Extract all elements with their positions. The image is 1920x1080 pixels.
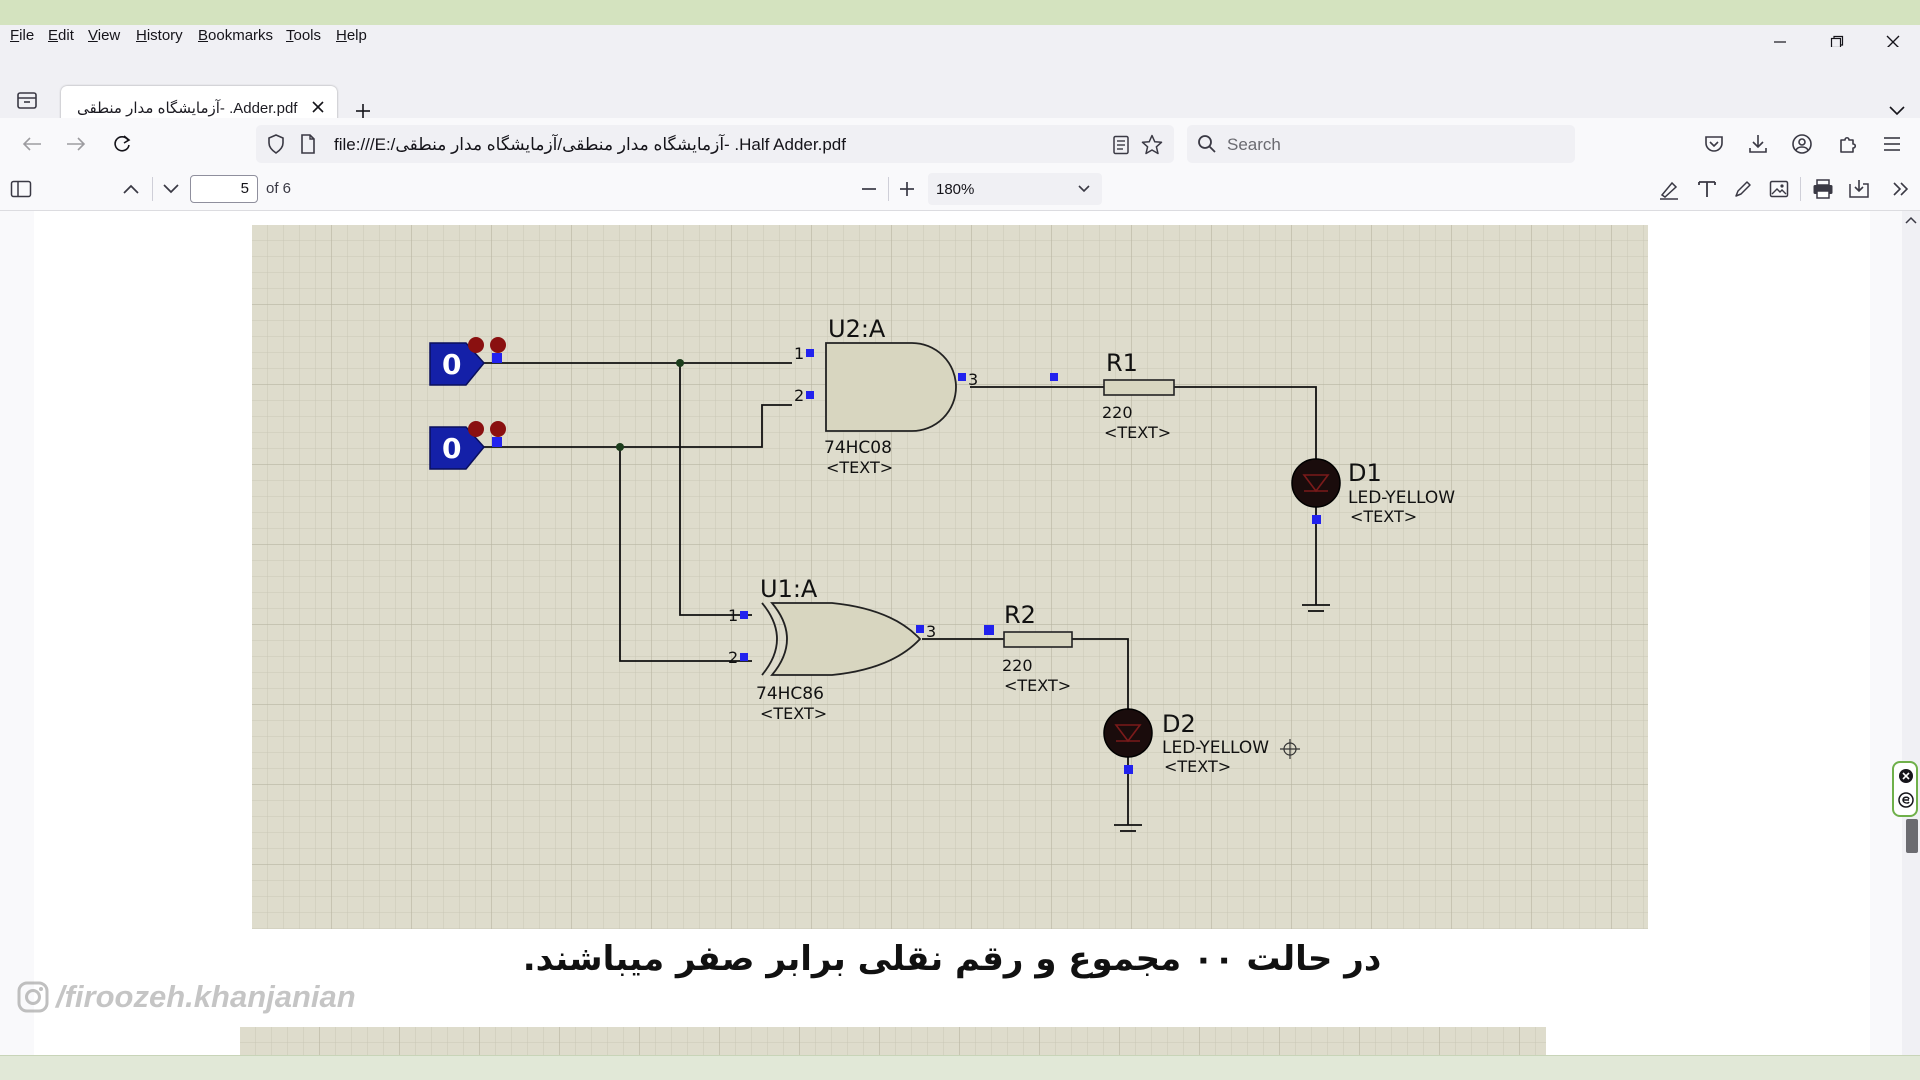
instagram-icon	[17, 981, 49, 1013]
bookmark-star-icon[interactable]	[1140, 133, 1164, 157]
pdf-toolbar: 5 of 6 180%	[0, 166, 1920, 211]
print-icon[interactable]	[1810, 176, 1836, 202]
d1-text: <TEXT>	[1350, 507, 1417, 526]
tab-close-icon[interactable]	[307, 96, 329, 118]
page-caption: در حالت ۰۰ مجموع و رقم نقلی برابر صفر می…	[522, 939, 1382, 979]
schematic-grid-major	[252, 225, 1648, 929]
and-pin-1: 1	[794, 344, 804, 363]
input-b-value: 0	[442, 432, 461, 465]
xor-gate-name: U1:A	[760, 575, 818, 603]
page-number-input[interactable]: 5	[190, 175, 258, 203]
zoom-out-icon[interactable]	[856, 176, 882, 202]
search-icon	[1197, 134, 1217, 154]
tab-bar: آزمایشگاه مدار منطقی- .Adder.pdf	[0, 47, 1920, 130]
zoom-chevron-down-icon	[1076, 182, 1092, 196]
menu-tools[interactable]: Tools	[286, 27, 321, 45]
previous-page-chevron-up-icon[interactable]	[118, 176, 144, 202]
downloads-icon[interactable]	[1744, 130, 1772, 158]
search-placeholder: Search	[1227, 135, 1281, 154]
shield-icon[interactable]	[266, 134, 286, 154]
scrollbar-thumb[interactable]	[1906, 819, 1918, 853]
zoom-value: 180%	[936, 181, 975, 198]
half-adder-schematic: 0 0 1 2 3 U2:A 74HC08 <TEXT> 1 2 3 U1:A …	[252, 225, 1648, 929]
account-icon[interactable]	[1788, 130, 1816, 158]
pdf-page: 0 0 1 2 3 U2:A 74HC08 <TEXT> 1 2 3 U1:A …	[34, 211, 1870, 1080]
pocket-icon[interactable]	[1700, 130, 1728, 158]
menu-file[interactable]: File	[10, 27, 34, 45]
and-pin-3: 3	[968, 370, 978, 389]
and-gate-part: 74HC08	[824, 438, 892, 458]
xor-pin-1: 1	[728, 606, 738, 625]
xor-pin-2: 2	[728, 648, 738, 667]
close-circle-icon[interactable]	[1897, 767, 1915, 785]
and-gate-text: <TEXT>	[826, 458, 893, 477]
zoom-in-icon[interactable]	[894, 176, 920, 202]
toolbar-separator	[1800, 177, 1801, 201]
r1-text: <TEXT>	[1104, 423, 1171, 442]
wire-junction	[676, 359, 684, 367]
wire-junction	[616, 443, 624, 451]
xor-pin-3: 3	[926, 622, 936, 641]
tab-title: آزمایشگاه مدار منطقی- .Adder.pdf	[77, 100, 298, 117]
floating-side-widget[interactable]	[1892, 761, 1918, 817]
and-pin-2: 2	[794, 386, 804, 405]
d1-name: D1	[1348, 459, 1382, 487]
menu-edit[interactable]: Edit	[48, 27, 74, 45]
reload-icon[interactable]	[108, 130, 136, 158]
back-arrow-icon[interactable]	[18, 130, 46, 158]
scroll-up-arrow-icon[interactable]	[1904, 213, 1918, 227]
r2-name: R2	[1004, 601, 1036, 629]
highlight-pen-icon[interactable]	[1656, 176, 1682, 202]
page-file-icon[interactable]	[298, 134, 318, 154]
reader-view-icon[interactable]	[1110, 134, 1132, 156]
extension-e-icon[interactable]	[1897, 791, 1915, 809]
browser-window: File Edit View History Bookmarks Tools H…	[0, 25, 1920, 1080]
draw-pencil-icon[interactable]	[1730, 176, 1756, 202]
url-text: file:///E:/آزمایشگاه مدار منطقی/آزمایشگا…	[334, 135, 846, 154]
r1-name: R1	[1106, 349, 1138, 377]
and-gate-name: U2:A	[828, 315, 886, 343]
menu-help[interactable]: Help	[336, 27, 367, 45]
hamburger-menu-icon[interactable]	[1878, 130, 1906, 158]
sidebar-toggle-icon[interactable]	[8, 176, 34, 202]
toolbar-separator	[888, 177, 889, 201]
d2-part: LED-YELLOW	[1162, 738, 1269, 758]
r2-value: 220	[1002, 656, 1033, 675]
d2-name: D2	[1162, 710, 1196, 738]
url-bar[interactable]: file:///E:/آزمایشگاه مدار منطقی/آزمایشگا…	[256, 125, 1174, 163]
screen-bottom-strip	[0, 1055, 1920, 1080]
pdf-viewer[interactable]: 0 0 1 2 3 U2:A 74HC08 <TEXT> 1 2 3 U1:A …	[2, 211, 1900, 1080]
add-image-icon[interactable]	[1766, 176, 1792, 202]
page-count-label: of 6	[266, 180, 292, 197]
watermark: /firoozeh.khanjanian	[16, 979, 356, 1015]
zoom-select[interactable]: 180%	[928, 173, 1102, 205]
menu-bookmarks[interactable]: Bookmarks	[198, 27, 273, 45]
r1-value: 220	[1102, 403, 1133, 422]
vertical-scrollbar[interactable]	[1902, 211, 1920, 1080]
more-tools-chevron-icon[interactable]	[1888, 176, 1914, 202]
firefox-view-icon[interactable]	[14, 87, 40, 113]
menu-bar: File Edit View History Bookmarks Tools H…	[0, 25, 1920, 49]
xor-gate-text: <TEXT>	[760, 704, 827, 723]
forward-arrow-icon[interactable]	[62, 130, 90, 158]
r2-text: <TEXT>	[1004, 676, 1071, 695]
watermark-text: /firoozeh.khanjanian	[56, 979, 356, 1014]
d1-part: LED-YELLOW	[1348, 488, 1455, 508]
text-tool-icon[interactable]	[1694, 176, 1720, 202]
menu-history[interactable]: History	[136, 27, 183, 45]
search-box[interactable]: Search	[1187, 125, 1575, 163]
next-page-chevron-down-icon[interactable]	[158, 176, 184, 202]
d2-text: <TEXT>	[1164, 757, 1231, 776]
extensions-puzzle-icon[interactable]	[1834, 130, 1862, 158]
xor-gate-part: 74HC86	[756, 684, 824, 704]
screen-top-strip	[0, 0, 1920, 25]
navigation-bar: file:///E:/آزمایشگاه مدار منطقی/آزمایشگا…	[0, 118, 1920, 168]
menu-view[interactable]: View	[88, 27, 120, 45]
toolbar-separator	[152, 177, 153, 201]
save-download-icon[interactable]	[1846, 176, 1872, 202]
input-a-value: 0	[442, 348, 461, 381]
